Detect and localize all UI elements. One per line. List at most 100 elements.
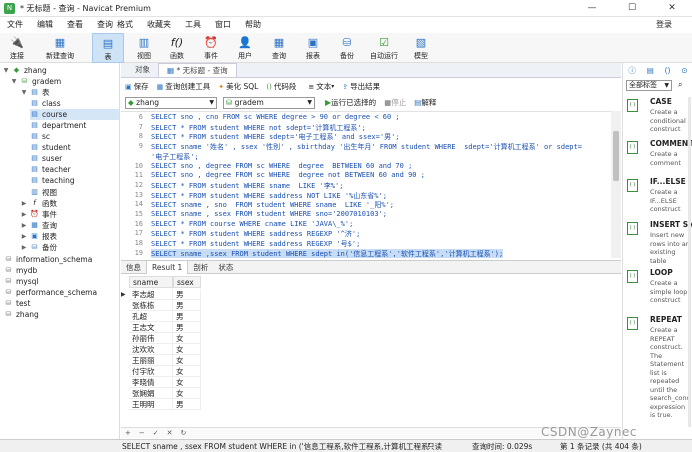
connection-select[interactable]: ◆ zhang ▼ [125, 96, 217, 109]
collapse-icon[interactable]: ▼ [10, 76, 18, 87]
report-button[interactable]: ▣ 报表 [296, 33, 330, 63]
snippet-item[interactable]: ( ) LOOP Create a simple loop construct [625, 268, 691, 308]
code-line[interactable]: SELECT sno , cno FROM sc WHERE degree > … [151, 113, 400, 121]
table-row[interactable]: 女 [173, 344, 201, 355]
menu-format[interactable]: 格式 [115, 17, 140, 33]
tab-profile[interactable]: 剖析 [188, 261, 213, 274]
code-line[interactable]: SELECT sname , sno FROM student WHERE sn… [151, 200, 394, 210]
tree-table-sc[interactable]: ▤ sc [30, 131, 119, 142]
database-select[interactable]: ⛁ gradem ▼ [223, 96, 315, 109]
table-row[interactable]: 张栋栋 [129, 300, 173, 311]
tab-query[interactable]: ▦ * 无标题 - 查询 [158, 63, 237, 77]
tree-functions[interactable]: ▶ f 函数 [20, 198, 57, 209]
tab-status[interactable]: 状态 [213, 261, 238, 274]
menu-view[interactable]: 查看 [60, 17, 90, 33]
beautify-sql-button[interactable]: ✦ 美化 SQL [214, 81, 262, 92]
tab-objects[interactable]: 对象 [127, 63, 158, 77]
expand-icon[interactable]: ▶ [20, 231, 28, 242]
snippet-filter-select[interactable]: 全部标签 ▼ [626, 80, 672, 91]
expand-icon[interactable]: ▶ [20, 198, 28, 209]
table-row[interactable]: 男 [173, 311, 201, 322]
close-button[interactable]: ✕ [652, 0, 692, 17]
function-button[interactable]: f() 函数 [160, 33, 194, 63]
code-line[interactable]: SELECT * FROM student WHERE saddress REG… [151, 229, 360, 239]
snippet-item[interactable]: ( ) COMMENT Create a comment [625, 139, 692, 179]
snippet-button[interactable]: () 代码段 [262, 81, 300, 92]
tree-table-teaching[interactable]: ▤ teaching [30, 175, 119, 186]
table-row[interactable]: 女 [173, 377, 201, 388]
model-button[interactable]: ▧ 模型 [404, 33, 438, 63]
query-button[interactable]: ▦ 查询 [262, 33, 296, 63]
tree-db-mysql[interactable]: ⛁ mysql [4, 276, 39, 287]
table-button[interactable]: ▤ 表 [92, 33, 124, 63]
tab-info[interactable]: 信息 [121, 261, 146, 274]
menu-help[interactable]: 帮助 [238, 17, 268, 33]
expand-icon[interactable]: ▶ [20, 209, 28, 220]
text-button[interactable]: ≡ 文本 ▾ [304, 81, 338, 92]
snippet-item[interactable]: ( ) IF...ELSE Create a IF...ELSE construct [625, 177, 691, 217]
apply-icon[interactable]: ✓ [153, 429, 159, 437]
table-row[interactable]: 孔超 [129, 311, 173, 322]
table-row[interactable]: 张娴娟 [129, 388, 173, 399]
snippet-scrollbar[interactable] [688, 97, 691, 427]
cancel-icon[interactable]: ✕ [167, 429, 173, 437]
collapse-icon[interactable]: ▼ [20, 87, 28, 98]
table-row[interactable]: 沈欢欢 [129, 344, 173, 355]
code-line[interactable]: SELECT * FROM student WHERE saddress REG… [151, 239, 360, 249]
tree-table-course[interactable]: ▤ course [30, 109, 119, 120]
table-row[interactable]: 王明明 [129, 399, 173, 410]
login-link[interactable]: 登录 [656, 17, 672, 33]
ddl-icon[interactable]: ▤ [647, 66, 654, 75]
info-icon[interactable]: ⓘ [628, 65, 636, 76]
minimize-button[interactable]: — [572, 0, 612, 17]
tree-db-mydb[interactable]: ⛁ mydb [4, 265, 38, 276]
column-header-ssex[interactable]: ssex [173, 276, 201, 288]
code-line[interactable]: SELECT * FROM student WHERE sdept='电子工程系… [151, 132, 400, 142]
tree-queries[interactable]: ▶ ▦ 查询 [20, 220, 57, 231]
menu-file[interactable]: 文件 [0, 17, 30, 33]
table-row[interactable]: 王志文 [129, 322, 173, 333]
tree-reports[interactable]: ▶ ▣ 报表 [20, 231, 57, 242]
snippet-item[interactable]: ( ) REPEAT Create a REPEAT construct. The … [625, 315, 691, 419]
tree-database[interactable]: ▼ ⛁ gradem [10, 76, 61, 87]
tree-db-zhang[interactable]: ⛁ zhang [4, 309, 39, 320]
tree-table-class[interactable]: ▤ class [30, 98, 119, 109]
view-button[interactable]: ▥ 视图 [128, 33, 160, 63]
code-line[interactable]: SELECT sname '姓名' , ssex '性别' , sbirthda… [151, 142, 582, 152]
code-line[interactable]: SELECT sname , ssex FROM student WHERE s… [151, 210, 387, 218]
snippet-icon[interactable]: () [665, 66, 671, 75]
snippet-item[interactable]: ( ) INSERT Sy Insert new rows into an exis… [625, 220, 692, 265]
table-row[interactable]: 女 [173, 355, 201, 366]
tab-result-1[interactable]: Result 1 [146, 261, 189, 274]
table-row[interactable]: 男 [173, 300, 201, 311]
run-selected-button[interactable]: ▶ 运行已选择的 [321, 97, 380, 108]
code-line[interactable]: SELECT * FROM course WHERE cname LIKE 'J… [151, 220, 353, 228]
event-button[interactable]: ⏰ 事件 [194, 33, 228, 63]
table-row[interactable]: 男 [173, 289, 201, 300]
column-header-sname[interactable]: sname [129, 276, 173, 288]
table-row[interactable]: 男 [173, 399, 201, 410]
maximize-button[interactable]: ☐ [612, 0, 652, 17]
refresh-icon[interactable]: ↻ [181, 429, 187, 437]
table-row[interactable]: 男 [173, 322, 201, 333]
code-line[interactable]: SELECT * FROM student WHERE saddress NOT… [151, 191, 387, 201]
code-line[interactable]: SELECT sno , degree FROM sc WHERE degree… [151, 162, 412, 170]
snippet-item[interactable]: ( ) CASE Create a conditional construct [625, 97, 691, 137]
backup-button[interactable]: ⛁ 备份 [330, 33, 364, 63]
table-row[interactable]: 女 [173, 333, 201, 344]
code-line[interactable]: SELECT * FROM student WHERE sname LIKE '… [151, 181, 343, 191]
table-row[interactable]: 孙丽伟 [129, 333, 173, 344]
query-builder-button[interactable]: ▦ 查询创建工具 [153, 81, 215, 92]
remove-row-icon[interactable]: − [139, 429, 145, 437]
tree-db-information_schema[interactable]: ⛁ information_schema [4, 254, 93, 265]
tree-table-student[interactable]: ▤ student [30, 142, 119, 153]
user-button[interactable]: 👤 用户 [228, 33, 262, 63]
new-query-button[interactable]: ▦ 新建查询 [34, 33, 86, 63]
menu-query[interactable]: 查询 [90, 17, 115, 33]
tree-db-performance_schema[interactable]: ⛁ performance_schema [4, 287, 98, 298]
code-line[interactable]: SELECT sname ,ssex FROM student WHERE sd… [151, 248, 504, 258]
save-button[interactable]: ▣ 保存 [121, 81, 153, 92]
tree-backups[interactable]: ▶ ⛁ 备份 [20, 242, 57, 253]
menu-tools[interactable]: 工具 [178, 17, 208, 33]
table-row[interactable]: 女 [173, 388, 201, 399]
